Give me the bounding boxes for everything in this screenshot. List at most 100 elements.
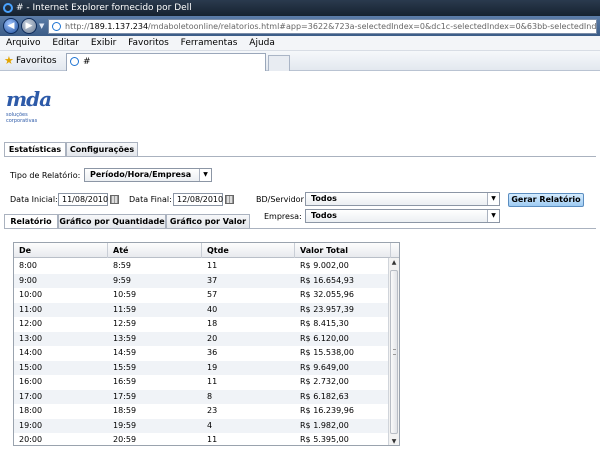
calendar-icon[interactable] [110, 195, 119, 204]
address-bar-row: ◀ ▶ ▼ http://189.1.137.234/mdaboletoonli… [0, 16, 600, 36]
table-row[interactable]: 8:00 8:59 11 R$ 9.002,00 [14, 259, 389, 273]
tab-grafico-quantidade[interactable]: Gráfico por Quantidade [58, 214, 166, 229]
cell-de: 20:00 [19, 435, 43, 444]
cell-qtde: 36 [207, 348, 218, 357]
table-row[interactable]: 12:00 12:59 18 R$ 8.415,30 [14, 317, 389, 331]
page-content: mda soluções corporativas Estatísticas C… [0, 72, 600, 471]
table-row[interactable]: 15:00 15:59 19 R$ 9.649,00 [14, 360, 389, 375]
menu-ajuda[interactable]: Ajuda [249, 38, 275, 48]
url-path: /mdaboletoonline/relatorios.html#app=362… [148, 22, 597, 31]
table-row[interactable]: 11:00 11:59 40 R$ 23.957,39 [14, 302, 389, 317]
back-button[interactable]: ◀ [3, 18, 19, 34]
cell-de: 19:00 [19, 420, 43, 430]
address-input[interactable]: http://189.1.137.234/mdaboletoonline/rel… [48, 19, 597, 34]
forward-button[interactable]: ▶ [21, 18, 37, 34]
tab-divider [4, 156, 596, 157]
data-final-input[interactable]: 12/08/2010 [173, 193, 223, 206]
bd-servidor-select[interactable]: Todos ▼ [305, 192, 500, 206]
table-row[interactable]: 19:00 19:59 4 R$ 1.982,00 [14, 418, 389, 433]
cell-ate: 15:59 [113, 362, 137, 372]
cell-de: 11:00 [19, 304, 43, 314]
cell-qtde: 40 [207, 304, 218, 314]
cell-ate: 17:59 [113, 391, 137, 401]
calendar-icon[interactable] [225, 195, 234, 204]
empresa-label: Empresa: [264, 212, 302, 221]
chevron-down-icon: ▼ [199, 169, 211, 181]
tab-estatisticas[interactable]: Estatísticas [4, 142, 66, 157]
menu-arquivo[interactable]: Arquivo [6, 38, 40, 48]
data-inicial-input[interactable]: 11/08/2010 [58, 193, 108, 206]
cell-valor: R$ 16.654,93 [300, 275, 354, 285]
gerar-relatorio-button[interactable]: Gerar Relatório [508, 193, 584, 207]
cell-qtde: 18 [207, 319, 218, 328]
table-row[interactable]: 20:00 20:59 11 R$ 5.395,00 [14, 433, 389, 445]
cell-qtde: 11 [207, 377, 218, 386]
cell-de: 8:00 [19, 261, 37, 270]
header-valor-total[interactable]: Valor Total [295, 243, 391, 258]
cell-qtde: 19 [207, 362, 218, 372]
cell-valor: R$ 2.732,00 [300, 377, 349, 386]
menu-exibir[interactable]: Exibir [91, 38, 116, 48]
empresa-select[interactable]: Todos ▼ [305, 209, 500, 223]
chevron-down-icon: ▼ [487, 193, 499, 205]
cell-de: 15:00 [19, 362, 43, 372]
cell-de: 13:00 [19, 333, 43, 343]
cell-valor: R$ 23.957,39 [300, 304, 354, 314]
window-title-bar: # - Internet Explorer fornecido por Dell [0, 0, 600, 16]
menu-bar: Arquivo Editar Exibir Favoritos Ferramen… [0, 36, 600, 51]
cell-ate: 9:59 [113, 275, 131, 285]
history-dropdown-icon[interactable]: ▼ [39, 22, 44, 30]
favorites-button[interactable]: ★ Favoritos [4, 51, 57, 71]
menu-favoritos[interactable]: Favoritos [128, 38, 169, 48]
data-final-label: Data Final: [129, 195, 172, 204]
url-host: 189.1.137.234 [89, 22, 149, 31]
header-qtde[interactable]: Qtde [202, 243, 295, 258]
table-header: De Até Qtde Valor Total [14, 243, 399, 258]
cell-ate: 16:59 [113, 377, 137, 386]
tipo-relatorio-label: Tipo de Relatório: [10, 171, 81, 180]
tipo-relatorio-select[interactable]: Período/Hora/Empresa ▼ [84, 168, 212, 182]
tab-relatorio[interactable]: Relatório [4, 214, 58, 229]
favorites-label: Favoritos [16, 56, 57, 66]
cell-qtde: 23 [207, 406, 218, 415]
tipo-relatorio-value: Período/Hora/Empresa [90, 170, 192, 179]
cell-qtde: 57 [207, 290, 218, 299]
ie-logo-icon [3, 3, 13, 13]
company-logo: mda soluções corporativas [6, 88, 58, 124]
cell-ate: 13:59 [113, 333, 137, 343]
table-row[interactable]: 10:00 10:59 57 R$ 32.055,96 [14, 288, 389, 302]
table-row[interactable]: 13:00 13:59 20 R$ 6.120,00 [14, 331, 389, 346]
cell-ate: 11:59 [113, 304, 137, 314]
cell-qtde: 20 [207, 333, 218, 343]
table-row[interactable]: 18:00 18:59 23 R$ 16.239,96 [14, 404, 389, 418]
tab-grafico-valor[interactable]: Gráfico por Valor [166, 214, 250, 229]
cell-qtde: 37 [207, 275, 218, 285]
new-tab-button[interactable] [268, 55, 290, 71]
table-row[interactable]: 9:00 9:59 37 R$ 16.654,93 [14, 273, 389, 288]
menu-ferramentas[interactable]: Ferramentas [181, 38, 238, 48]
page-icon [52, 22, 61, 31]
cell-valor: R$ 32.055,96 [300, 290, 354, 299]
window-title: # - Internet Explorer fornecido por Dell [16, 3, 192, 13]
table-scrollbar[interactable]: ▲ ▼ [388, 258, 399, 445]
table-row[interactable]: 14:00 14:59 36 R$ 15.538,00 [14, 346, 389, 360]
browser-tab[interactable]: # [66, 53, 266, 71]
tab-title: # [83, 57, 91, 67]
cell-de: 14:00 [19, 348, 43, 357]
url-prefix: http:// [65, 22, 90, 31]
header-de[interactable]: De [14, 243, 108, 258]
table-row[interactable]: 16:00 16:59 11 R$ 2.732,00 [14, 375, 389, 389]
scroll-thumb[interactable] [390, 270, 398, 434]
table-row[interactable]: 17:00 17:59 8 R$ 6.182,63 [14, 389, 389, 404]
cell-de: 16:00 [19, 377, 43, 386]
cell-ate: 10:59 [113, 290, 137, 299]
header-ate[interactable]: Até [108, 243, 202, 258]
cell-qtde: 11 [207, 435, 218, 444]
cell-de: 10:00 [19, 290, 43, 299]
menu-editar[interactable]: Editar [52, 38, 79, 48]
scroll-up-icon[interactable]: ▲ [389, 258, 399, 268]
tab-configuracoes[interactable]: Configurações [66, 142, 138, 157]
cell-qtde: 8 [207, 391, 213, 401]
star-icon: ★ [4, 54, 14, 67]
scroll-down-icon[interactable]: ▼ [389, 437, 399, 445]
